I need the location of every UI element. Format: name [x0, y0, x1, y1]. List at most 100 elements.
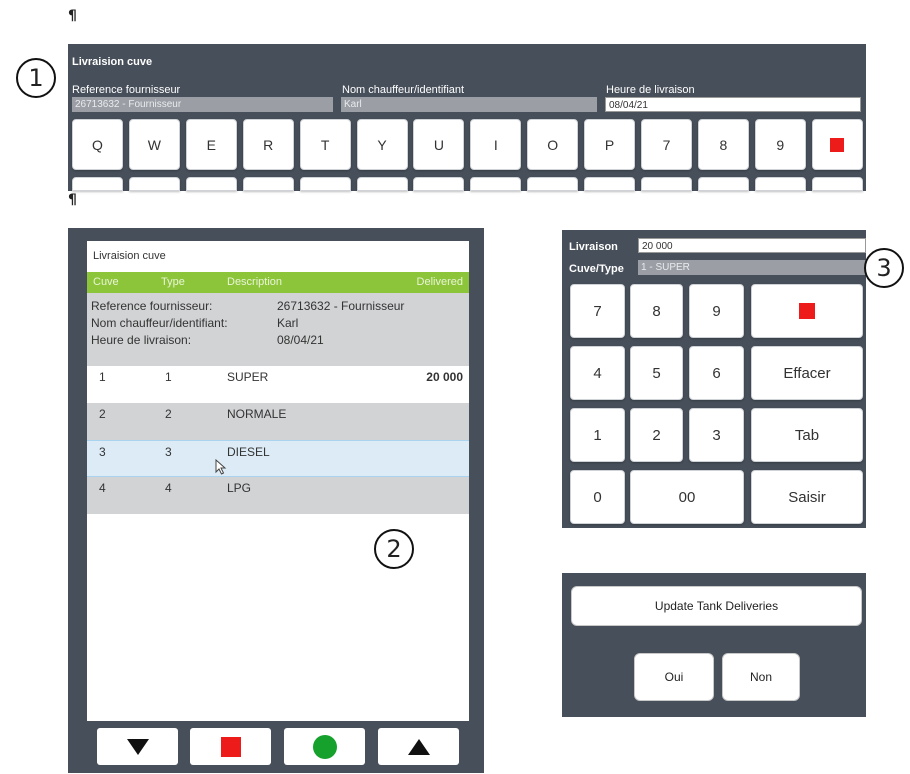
enter-button[interactable]: Saisir: [751, 470, 863, 524]
key-partial[interactable]: [356, 177, 408, 191]
delivery-info: Reference fournisseur: 26713632 - Fourni…: [87, 293, 469, 366]
cuve-type-field: 1 - SUPER: [638, 260, 866, 275]
no-button[interactable]: Non: [722, 653, 800, 701]
mouse-cursor-icon: [215, 459, 227, 475]
list-title: Livraision cuve: [93, 250, 166, 262]
key-partial[interactable]: [72, 177, 123, 191]
key-5[interactable]: 5: [630, 346, 683, 400]
callout-1: 1: [16, 58, 56, 98]
table-row[interactable]: 3 3 DIESEL: [87, 440, 469, 477]
key-4[interactable]: 4: [570, 346, 625, 400]
key-i[interactable]: I: [470, 119, 522, 170]
key-partial[interactable]: [299, 177, 351, 191]
stop-button[interactable]: [190, 728, 271, 765]
key-partial[interactable]: [584, 177, 636, 191]
list-header: Cuve Type Description Delivered: [87, 272, 469, 293]
key-9[interactable]: 9: [754, 119, 806, 170]
table-row[interactable]: 1 1 SUPER 20 000: [87, 366, 469, 403]
key-partial[interactable]: [527, 177, 579, 191]
scroll-up-button[interactable]: [378, 728, 459, 765]
info-ref-value: 26713632 - Fournisseur: [277, 299, 405, 313]
confirm-dialog: Update Tank Deliveries Oui Non: [562, 573, 866, 717]
col-description: Description: [227, 276, 283, 288]
livraison-label: Livraison: [569, 241, 618, 253]
livraison-field[interactable]: 20 000: [638, 238, 866, 253]
key-e[interactable]: E: [185, 119, 237, 170]
key-7[interactable]: 7: [641, 119, 692, 170]
key-partial[interactable]: [185, 177, 237, 191]
key-t[interactable]: T: [299, 119, 351, 170]
tank-rows: 1 1 SUPER 20 000 2 2 NORMALE 3 3 DIESEL 4 4 LPG: [87, 366, 469, 521]
dialog-message: Update Tank Deliveries: [571, 586, 862, 626]
key-9[interactable]: 9: [689, 284, 744, 338]
callout-3: 3: [864, 248, 904, 288]
pilcrow-mark: ¶: [68, 192, 77, 208]
go-button[interactable]: [284, 728, 365, 765]
info-time-value: 08/04/21: [277, 333, 324, 347]
key-partial[interactable]: [413, 177, 465, 191]
cell-description: DIESEL: [227, 445, 270, 459]
key-partial[interactable]: [754, 177, 806, 191]
key-8[interactable]: 8: [630, 284, 683, 338]
cell-cuve: 3: [99, 445, 106, 459]
key-3[interactable]: 3: [689, 408, 744, 462]
clear-button[interactable]: Effacer: [751, 346, 863, 400]
scroll-down-button[interactable]: [97, 728, 178, 765]
list-container: Livraision cuve Cuve Type Description De…: [87, 241, 469, 721]
tab-button[interactable]: Tab: [751, 408, 863, 462]
cell-description: NORMALE: [227, 407, 287, 421]
key-u[interactable]: U: [413, 119, 465, 170]
key-partial[interactable]: [242, 177, 294, 191]
list-panel: Livraision cuve Cuve Type Description De…: [68, 228, 484, 773]
cell-type: 2: [165, 407, 172, 421]
cell-description: LPG: [227, 481, 252, 495]
col-delivered: Delivered: [416, 276, 463, 288]
key-partial[interactable]: [128, 177, 180, 191]
pilcrow-mark: ¶: [68, 8, 77, 24]
keyboard: QWERTYUIOP789: [68, 44, 866, 191]
table-row[interactable]: 2 2 NORMALE: [87, 403, 469, 440]
key-o[interactable]: O: [527, 119, 579, 170]
key-0[interactable]: 0: [570, 470, 625, 524]
triangle-down-icon: [126, 738, 149, 755]
key-w[interactable]: W: [128, 119, 180, 170]
key-2[interactable]: 2: [630, 408, 683, 462]
cell-description: SUPER: [227, 370, 269, 384]
table-row[interactable]: 4 4 LPG: [87, 477, 469, 514]
key-partial[interactable]: [641, 177, 692, 191]
top-form-panel: Livraision cuve Reference fournisseur 26…: [68, 44, 866, 191]
cell-cuve: 4: [99, 481, 106, 495]
info-time-label: Heure de livraison:: [91, 333, 192, 347]
info-ref-label: Reference fournisseur:: [91, 299, 213, 313]
key-y[interactable]: Y: [356, 119, 408, 170]
col-type: Type: [161, 276, 185, 288]
cell-type: 4: [165, 481, 172, 495]
cell-type: 1: [165, 370, 172, 384]
info-driver-label: Nom chauffeur/identifiant:: [91, 316, 228, 330]
key-partial[interactable]: [470, 177, 522, 191]
triangle-up-icon: [407, 738, 430, 755]
cell-delivered: 20 000: [426, 370, 463, 384]
key-7[interactable]: 7: [570, 284, 625, 338]
stop-square-icon: [799, 303, 815, 319]
stop-square-icon: [830, 137, 845, 152]
key-p[interactable]: P: [584, 119, 636, 170]
key-q[interactable]: Q: [72, 119, 123, 170]
green-circle-icon: [312, 734, 337, 759]
key-8[interactable]: 8: [697, 119, 749, 170]
key-6[interactable]: 6: [689, 346, 744, 400]
stop-square-icon: [220, 736, 241, 757]
key-00[interactable]: 00: [630, 470, 744, 524]
cell-cuve: 1: [99, 370, 106, 384]
cell-cuve: 2: [99, 407, 106, 421]
key-partial[interactable]: [697, 177, 749, 191]
key-r[interactable]: R: [242, 119, 294, 170]
yes-button[interactable]: Oui: [634, 653, 714, 701]
numpad-panel: Livraison 20 000 Cuve/Type 1 - SUPER 7 8…: [562, 230, 866, 528]
key-stop[interactable]: [811, 119, 863, 170]
key-1[interactable]: 1: [570, 408, 625, 462]
info-driver-value: Karl: [277, 316, 299, 330]
col-cuve: Cuve: [93, 276, 119, 288]
key-stop[interactable]: [751, 284, 863, 338]
key-partial[interactable]: [811, 177, 863, 191]
